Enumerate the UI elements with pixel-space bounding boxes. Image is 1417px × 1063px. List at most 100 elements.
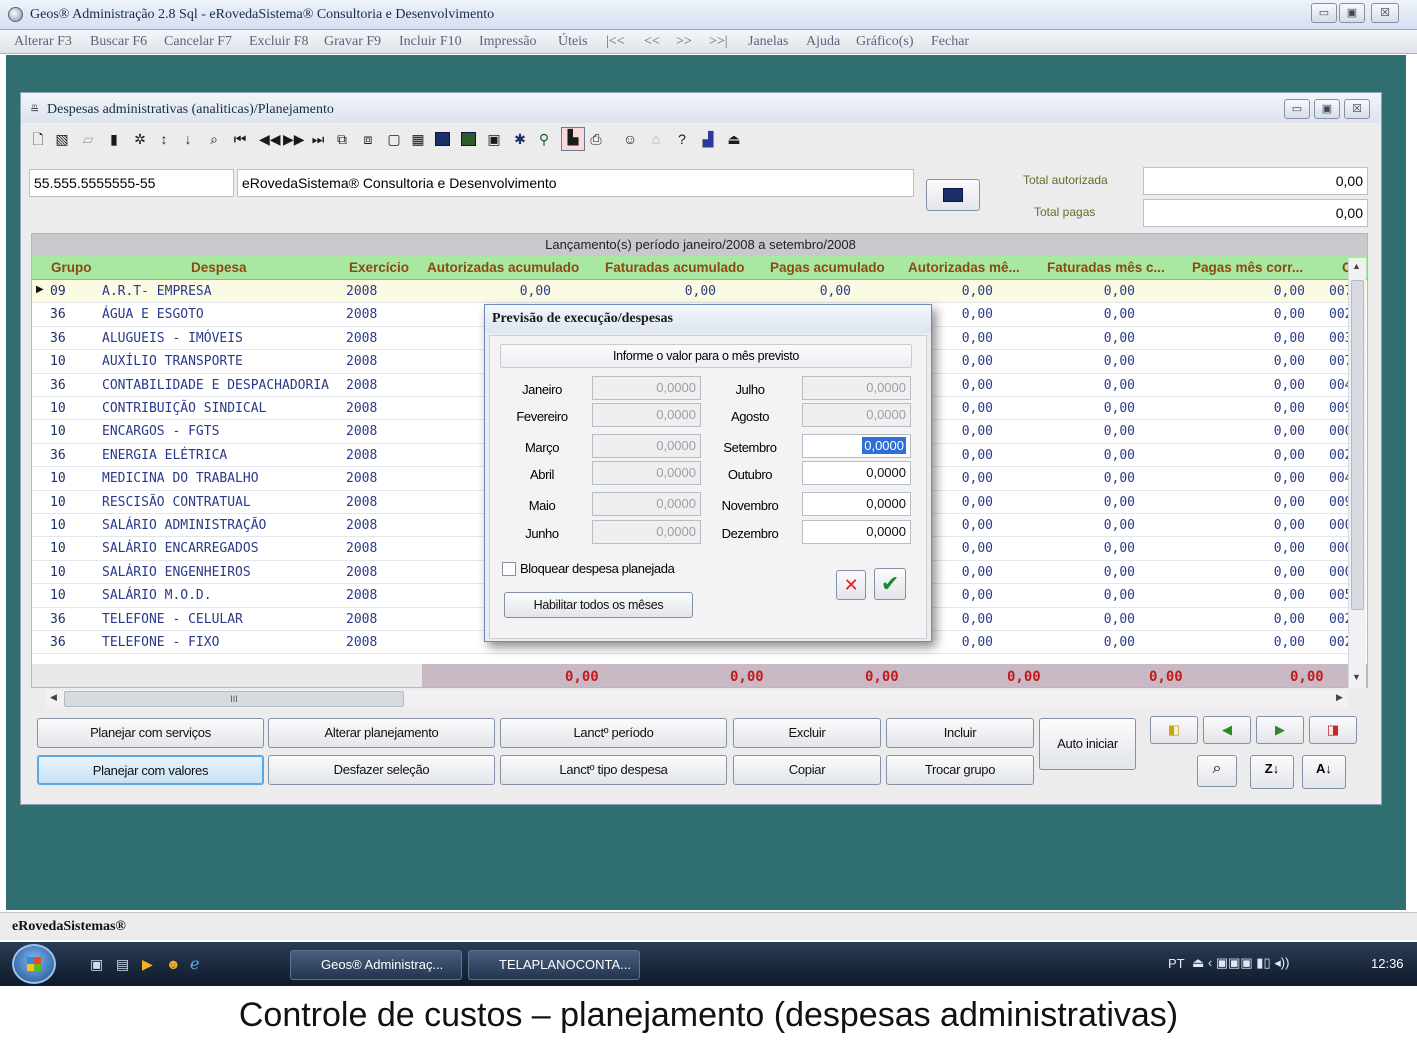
menu-alterar[interactable]: Alterar F3 (14, 34, 72, 50)
first-record-icon[interactable]: ⏮ (231, 130, 249, 148)
menu-buscar[interactable]: Buscar F6 (90, 34, 147, 50)
sort-desc-icon[interactable]: ↓ (179, 130, 197, 148)
start-button[interactable] (12, 944, 56, 984)
menu-cancelar[interactable]: Cancelar F7 (164, 34, 232, 50)
refresh-icon[interactable]: ✲ (131, 130, 149, 148)
edit-doc-icon[interactable]: ▧ (53, 130, 71, 148)
grid-view-icon[interactable]: ▦ (409, 130, 427, 148)
filter-icon[interactable]: ⚲ (535, 130, 553, 148)
incluir-button[interactable]: Incluir (886, 718, 1034, 748)
scroll-right-icon[interactable]: ▶ (1336, 692, 1343, 703)
menu-gravar[interactable]: Gravar F9 (324, 34, 381, 50)
new-doc-icon[interactable]: 🗋 (29, 130, 47, 148)
bloquear-checkbox[interactable] (502, 562, 516, 576)
maximize-button[interactable]: ▣ (1339, 3, 1365, 23)
agosto-input[interactable]: 0,0000 (802, 403, 911, 427)
minimize-button[interactable]: ▭ (1311, 3, 1337, 23)
trocar-grupo-button[interactable]: Trocar grupo (886, 755, 1034, 785)
sort-az-button[interactable]: Z↓ (1250, 755, 1294, 789)
clock[interactable]: 12:36 (1371, 956, 1404, 971)
planejar-valores-button[interactable]: Planejar com valores (37, 755, 264, 785)
horizontal-scroll-thumb[interactable]: III (64, 691, 404, 707)
excluir-button[interactable]: Excluir (733, 718, 881, 748)
col-pag-acum[interactable]: Pagas acumulado (770, 260, 885, 275)
window-menu-icon[interactable]: ≞ (30, 103, 39, 116)
menu-ajuda[interactable]: Ajuda (806, 34, 840, 50)
close-button[interactable]: ☒ (1371, 3, 1399, 23)
col-exercicio[interactable]: Exercício (349, 260, 409, 275)
lanct-periodo-button[interactable]: Lanctº período (500, 718, 727, 748)
bar-chart-icon[interactable]: ▟ (699, 130, 717, 148)
fevereiro-input[interactable]: 0,0000 (592, 403, 701, 427)
calendar-icon[interactable]: ▣ (485, 130, 503, 148)
search-icon[interactable]: ⌕ (205, 130, 223, 148)
desfazer-selecao-button[interactable]: Desfazer seleção (268, 755, 495, 785)
chart-toggle-icon[interactable]: ▙ (561, 127, 585, 151)
col-despesa[interactable]: Despesa (191, 260, 247, 275)
menu-last[interactable]: >>| (709, 34, 728, 50)
lock-icon[interactable]: ⌂ (647, 130, 665, 148)
menu-uteis[interactable]: Úteis (558, 34, 588, 50)
prev-record-icon[interactable]: ◀◀ (259, 130, 281, 148)
messenger-icon[interactable]: ☻ (166, 956, 181, 972)
calculator-icon[interactable] (461, 132, 476, 146)
exit-icon[interactable]: ⏏ (725, 130, 743, 148)
company-field[interactable]: eRovedaSistema® Consultoria e Desenvolvi… (237, 169, 914, 197)
menu-janelas[interactable]: Janelas (748, 34, 788, 50)
menu-fechar[interactable]: Fechar (931, 34, 969, 50)
first-button[interactable]: ◧ (1150, 716, 1198, 744)
child-close-button[interactable]: ☒ (1344, 99, 1370, 119)
abril-input[interactable]: 0,0000 (592, 461, 701, 485)
next-record-icon[interactable]: ▶▶ (283, 130, 305, 148)
question-icon[interactable]: ? (673, 130, 691, 148)
grid-vertical-scrollbar[interactable]: ▲ ▼ (1348, 258, 1366, 688)
explorer-icon[interactable]: ▤ (116, 956, 129, 973)
col-fat-mes[interactable]: Faturadas mês c... (1047, 260, 1165, 275)
auto-iniciar-button[interactable]: Auto iniciar (1039, 718, 1136, 770)
outubro-input[interactable]: 0,0000 (802, 461, 911, 485)
child-minimize-button[interactable]: ▭ (1284, 99, 1310, 119)
junho-input[interactable]: 0,0000 (592, 520, 701, 544)
lanct-tipo-despesa-button[interactable]: Lanctº tipo despesa (500, 755, 727, 785)
scroll-down-icon[interactable]: ▼ (1352, 672, 1361, 682)
copy-icon[interactable]: ⧉ (333, 130, 351, 148)
tray-icons[interactable]: ⏏ ‹ ▣▣▣ ▮▯ ◂)) (1192, 955, 1289, 971)
col-grupo[interactable]: Grupo (51, 260, 92, 275)
marco-input[interactable]: 0,0000 (592, 434, 701, 458)
col-aut-mes[interactable]: Autorizadas mê... (908, 260, 1020, 275)
menu-graficos[interactable]: Gráfico(s) (856, 34, 914, 50)
last-button[interactable]: ◨ (1309, 716, 1357, 744)
menu-impressao[interactable]: Impressão (479, 34, 537, 50)
trash-icon[interactable]: ▮ (105, 130, 123, 148)
col-aut-acum[interactable]: Autorizadas acumulado (427, 260, 579, 275)
menu-first[interactable]: |<< (606, 34, 625, 50)
doc-number-field[interactable]: 55.555.5555555-55 (29, 169, 234, 197)
sort-za-button[interactable]: A↓ (1302, 755, 1346, 789)
menu-incluir[interactable]: Incluir F10 (399, 34, 462, 50)
setembro-input[interactable]: 0,0000 (802, 434, 911, 458)
tools-icon[interactable]: ✱ (511, 130, 529, 148)
dezembro-input[interactable]: 0,0000 (802, 520, 911, 544)
col-fat-acum[interactable]: Faturadas acumulado (605, 260, 745, 275)
sort-asc-icon[interactable]: ↕ (155, 130, 173, 148)
language-indicator[interactable]: PT (1168, 956, 1185, 971)
novembro-input[interactable]: 0,0000 (802, 492, 911, 516)
browser-icon[interactable]: ℯ (190, 954, 199, 974)
task-geos[interactable]: Geos® Administraç... (290, 950, 462, 980)
maio-input[interactable]: 0,0000 (592, 492, 701, 516)
confirm-button[interactable]: ✔ (874, 568, 906, 600)
show-desktop-icon[interactable]: ▣ (90, 956, 103, 973)
grid-horizontal-scrollbar[interactable]: ◀ III ▶ (46, 690, 1348, 708)
prev-button[interactable]: ◀ (1203, 716, 1251, 744)
menu-excluir[interactable]: Excluir F8 (249, 34, 309, 50)
find-button[interactable]: ⌕ (1197, 755, 1237, 787)
table-row[interactable]: ▶ 09 A.R.T- EMPRESA 2008 0,00 0,00 0,00 0,00 0,0… (32, 280, 1367, 304)
habilitar-todos-button[interactable]: Habilitar todos os mêses (504, 592, 693, 618)
calculator-button[interactable] (926, 179, 980, 211)
next-button[interactable]: ▶ (1256, 716, 1304, 744)
julho-input[interactable]: 0,0000 (802, 376, 911, 400)
child-maximize-button[interactable]: ▣ (1314, 99, 1340, 119)
table-icon[interactable] (435, 132, 450, 146)
menu-prev[interactable]: << (644, 34, 660, 50)
open-folder-icon[interactable]: ▱ (79, 130, 97, 148)
